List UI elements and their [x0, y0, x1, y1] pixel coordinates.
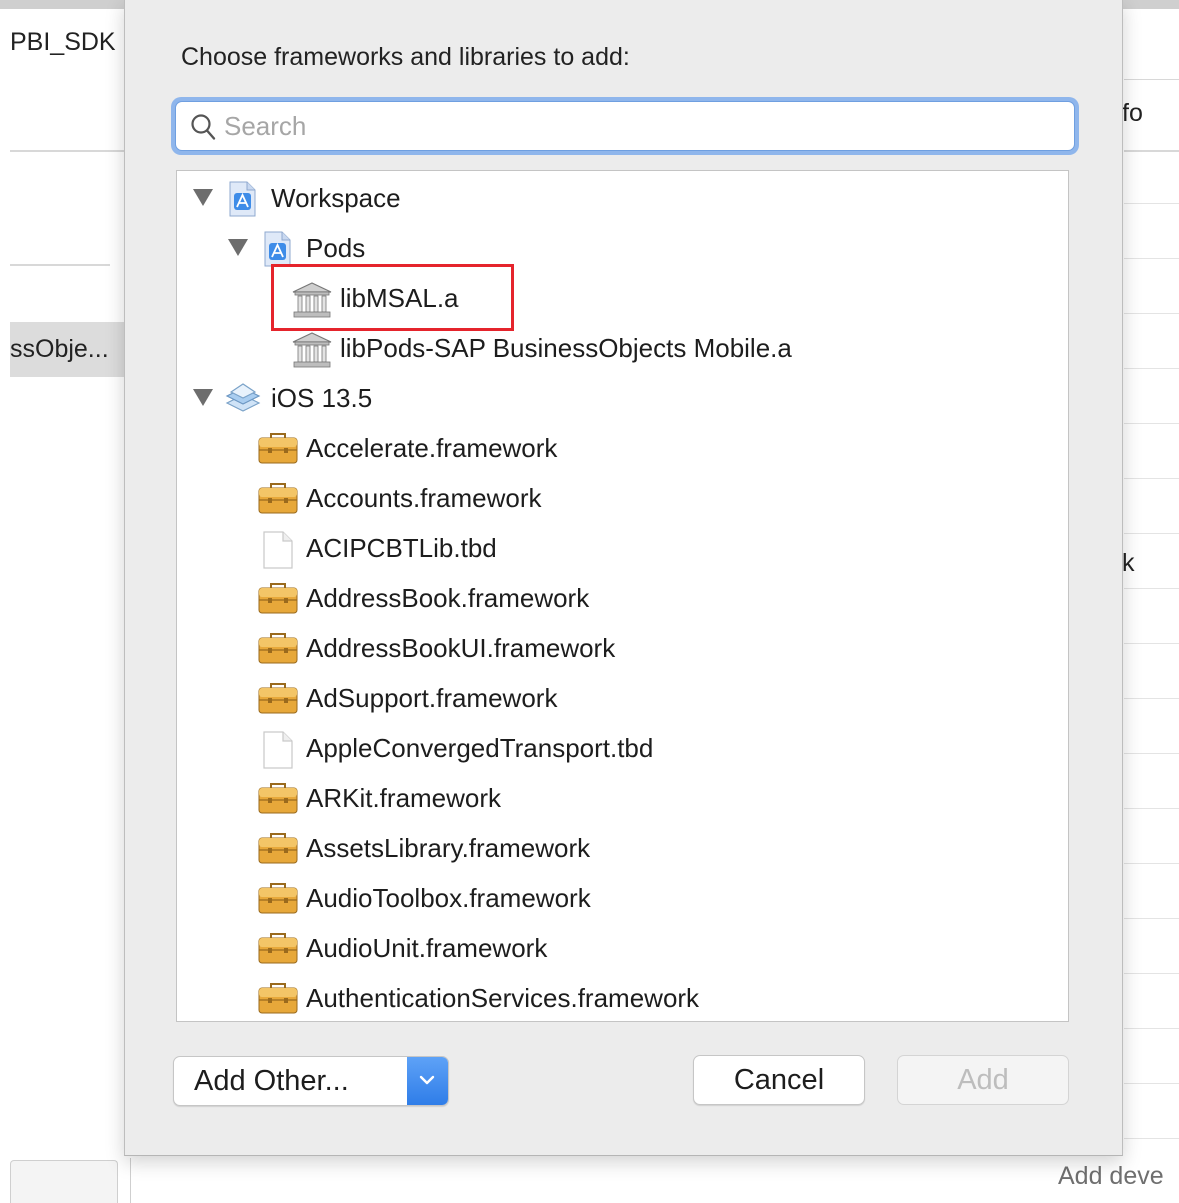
- background-add-developer-text: Add deve: [1058, 1162, 1164, 1190]
- list-item-framework[interactable]: Accounts.framework: [177, 473, 1068, 523]
- background-row-divider: [1124, 258, 1179, 259]
- disclosure-triangle-icon[interactable]: [228, 239, 248, 256]
- library-icon: [292, 332, 332, 368]
- background-row-divider: [1124, 313, 1179, 314]
- add-frameworks-sheet: Choose frameworks and libraries to add: …: [124, 0, 1123, 1156]
- xcode-workspace-icon: [229, 181, 256, 217]
- background-row-divider: [1124, 643, 1179, 644]
- framework-icon: [258, 933, 298, 964]
- framework-icon: [258, 433, 298, 464]
- framework-icon: [258, 833, 298, 864]
- background-divider: [1124, 79, 1179, 80]
- list-item-framework[interactable]: AuthenticationServices.framework: [177, 973, 1068, 1021]
- list-item-label: ACIPCBTLib.tbd: [306, 533, 497, 563]
- background-row-divider: [1124, 753, 1179, 754]
- list-item-label: Accounts.framework: [306, 483, 542, 513]
- cancel-button[interactable]: Cancel: [693, 1055, 865, 1105]
- add-other-popup-button[interactable]: Add Other...: [173, 1056, 449, 1106]
- list-item-framework[interactable]: Accelerate.framework: [177, 423, 1068, 473]
- search-field[interactable]: [175, 101, 1075, 151]
- background-row-divider: [1124, 423, 1179, 424]
- list-item-framework[interactable]: AddressBook.framework: [177, 573, 1068, 623]
- background-row-divider: [1124, 1083, 1179, 1084]
- background-row-divider: [1124, 808, 1179, 809]
- list-item-label: iOS 13.5: [271, 383, 373, 413]
- disclosure-triangle-icon[interactable]: [193, 189, 213, 206]
- background-bottom-panel: [10, 1160, 118, 1203]
- list-item-label: Workspace: [271, 183, 401, 213]
- list-item-label: AdSupport.framework: [306, 683, 558, 713]
- background-row-divider: [1124, 698, 1179, 699]
- sdk-icon: [225, 383, 261, 412]
- background-target-item[interactable]: ssObje...: [10, 322, 124, 377]
- list-item-label: AudioToolbox.framework: [306, 883, 591, 913]
- background-row-divider: [1124, 588, 1179, 589]
- disclosure-triangle-icon[interactable]: [193, 389, 213, 406]
- add-button[interactable]: Add: [897, 1055, 1069, 1105]
- framework-icon: [258, 633, 298, 664]
- background-divider: [1124, 150, 1179, 152]
- framework-icon: [258, 583, 298, 614]
- file-icon: [263, 531, 293, 569]
- file-icon: [263, 731, 293, 769]
- background-row-divider: [1124, 368, 1179, 369]
- list-item-label: AuthenticationServices.framework: [306, 983, 700, 1013]
- list-item-framework[interactable]: AssetsLibrary.framework: [177, 823, 1068, 873]
- list-item-label: AppleConvergedTransport.tbd: [306, 733, 654, 763]
- background-row-divider: [1124, 203, 1179, 204]
- framework-icon: [258, 683, 298, 714]
- background-row-divider: [1124, 973, 1179, 974]
- background-row-divider: [1124, 478, 1179, 479]
- highlight-annotation-box: [271, 264, 514, 331]
- search-focus-ring: [171, 97, 1079, 155]
- chevron-down-icon: [419, 1075, 435, 1085]
- framework-icon: [258, 883, 298, 914]
- background-row-divider: [1124, 863, 1179, 864]
- background-right-text: fo: [1122, 99, 1143, 127]
- list-item-label: ARKit.framework: [306, 783, 502, 813]
- list-item-framework[interactable]: AudioUnit.framework: [177, 923, 1068, 973]
- background-row-divider: [1124, 918, 1179, 919]
- background-target-label: ssObje...: [10, 335, 109, 363]
- list-item-label: AddressBook.framework: [306, 583, 590, 613]
- list-item-framework[interactable]: ARKit.framework: [177, 773, 1068, 823]
- list-item-framework[interactable]: AddressBookUI.framework: [177, 623, 1068, 673]
- background-project-title: PBI_SDK: [10, 28, 116, 56]
- background-divider: [130, 1158, 131, 1203]
- framework-icon: [258, 483, 298, 514]
- list-item-workspace[interactable]: Workspace: [177, 173, 1068, 223]
- framework-icon: [258, 983, 298, 1014]
- list-item-framework[interactable]: AudioToolbox.framework: [177, 873, 1068, 923]
- list-item-ios-sdk[interactable]: iOS 13.5: [177, 373, 1068, 423]
- list-item-label: Pods: [306, 233, 366, 263]
- background-divider: [10, 150, 124, 152]
- background-row-divider: [1124, 1028, 1179, 1029]
- search-icon: [191, 114, 216, 140]
- list-item-label: AudioUnit.framework: [306, 933, 548, 963]
- list-item-framework[interactable]: AdSupport.framework: [177, 673, 1068, 723]
- background-right-text: k: [1122, 549, 1135, 577]
- search-input[interactable]: [224, 108, 1044, 144]
- list-item-label: Accelerate.framework: [306, 433, 558, 463]
- background-row-divider: [1124, 1138, 1179, 1139]
- dialog-title: Choose frameworks and libraries to add:: [181, 43, 630, 71]
- background-row-divider: [1124, 533, 1179, 534]
- add-other-label: Add Other...: [194, 1065, 349, 1097]
- list-item-label: AssetsLibrary.framework: [306, 833, 591, 863]
- list-item-tbd[interactable]: AppleConvergedTransport.tbd: [177, 723, 1068, 773]
- list-item-label: libPods-SAP BusinessObjects Mobile.a: [340, 333, 792, 363]
- background-divider: [10, 264, 110, 266]
- framework-icon: [258, 783, 298, 814]
- popup-arrow-area[interactable]: [407, 1057, 448, 1105]
- list-item-tbd[interactable]: ACIPCBTLib.tbd: [177, 523, 1068, 573]
- xcode-project-icon: [264, 231, 291, 267]
- list-item-label: AddressBookUI.framework: [306, 633, 616, 663]
